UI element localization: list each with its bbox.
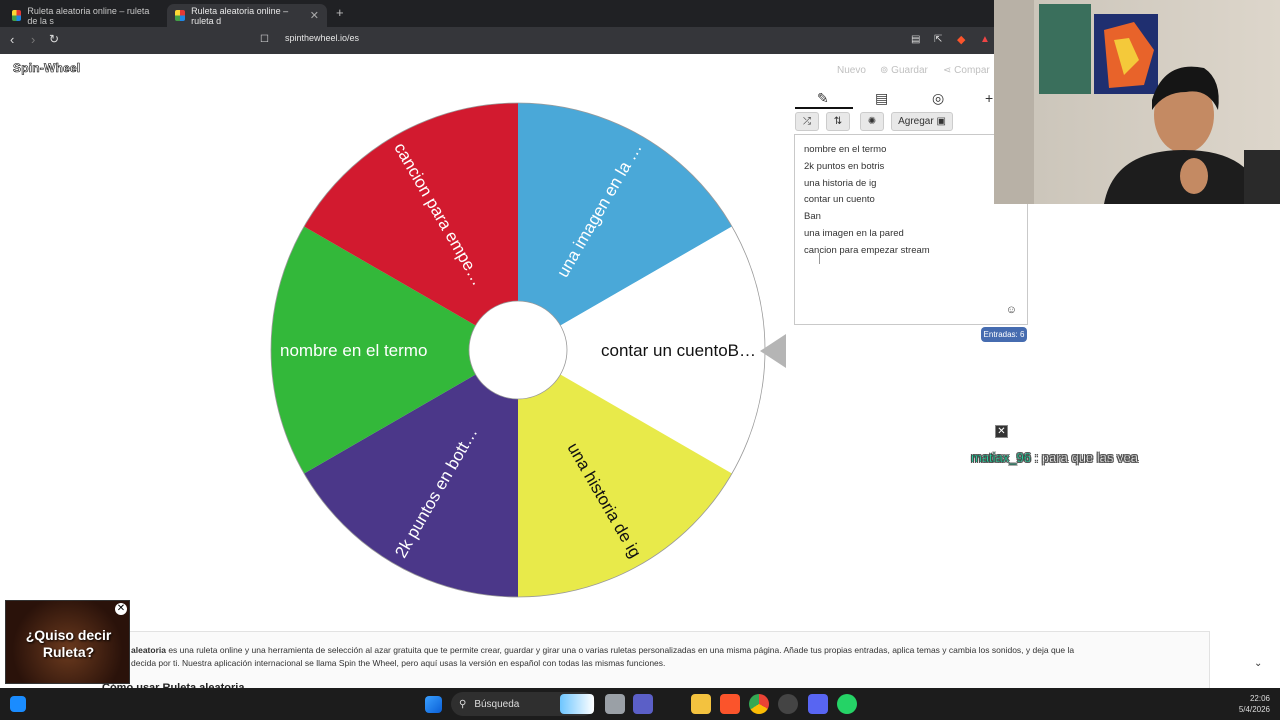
entry-count-badge: Entradas: 6 — [981, 327, 1027, 342]
chat-close-icon[interactable]: ✕ — [995, 425, 1008, 438]
wheel-pointer-icon — [760, 334, 786, 368]
bookmark-icon[interactable]: ☐ — [260, 34, 269, 45]
overlay-text: ¿Quiso decir Ruleta? — [6, 627, 131, 661]
entry-line: cancion para empezar stream — [804, 244, 930, 256]
description-panel: aleatoria es una ruleta online y una her… — [102, 631, 1210, 688]
windows-taskbar: ⚲ Búsqueda 22:06 5/4/2026 — [0, 688, 1280, 720]
close-tab-icon[interactable]: ✕ — [310, 9, 319, 22]
clock-time: 22:06 — [1249, 694, 1270, 703]
entry-line: una imagen en la pared — [804, 227, 904, 239]
whatsapp-icon[interactable] — [837, 694, 857, 714]
close-icon[interactable]: ✕ — [115, 603, 127, 615]
shuffle-button[interactable]: ⤮ — [795, 112, 819, 131]
share-icon[interactable]: ⇱ — [934, 34, 942, 45]
ai-button[interactable]: ✺ — [860, 112, 884, 131]
clock-date: 5/4/2026 — [1238, 705, 1270, 714]
hide-eye-icon[interactable]: ◎ — [932, 90, 944, 107]
description-text: es una ruleta online y una herramienta d… — [165, 645, 1075, 655]
brave-browser-icon[interactable] — [720, 694, 740, 714]
share-button[interactable]: ⋖ Compar — [943, 65, 990, 76]
add-tab-icon[interactable]: + — [985, 90, 993, 106]
windows-start-icon[interactable] — [425, 696, 442, 713]
back-icon[interactable]: ‹ — [10, 32, 14, 47]
chat-username: matiax_96 — [971, 450, 1031, 465]
sparkle-icon: ✺ — [867, 116, 877, 127]
reader-icon[interactable]: ▤ — [911, 34, 920, 45]
wheel-favicon-icon — [12, 10, 22, 21]
spin-wheel[interactable]: una imagen en la …contar un cuentoB…una … — [270, 102, 766, 598]
search-highlight-image — [560, 694, 594, 714]
search-label: Búsqueda — [474, 698, 520, 710]
url-field[interactable]: spinthewheel.io/es — [285, 33, 359, 43]
entry-line: Ban — [804, 211, 821, 223]
share-label: Compar — [954, 65, 990, 76]
teams-icon[interactable] — [633, 694, 653, 714]
overlay-line-1: ¿Quiso decir — [25, 627, 112, 643]
webcam-feed — [994, 0, 1280, 204]
wheel-favicon-icon — [175, 10, 186, 21]
image-icon: ▣ — [936, 116, 946, 127]
search-icon: ⚲ — [459, 698, 467, 710]
suggestion-overlay[interactable]: ¿Quiso decir Ruleta? ✕ — [5, 600, 130, 684]
wheel-segment-label: nombre en el termo — [280, 341, 427, 360]
site-logo[interactable]: Spin-Wheel — [13, 61, 81, 76]
entry-line: 2k puntos en botris — [804, 160, 885, 172]
tab-title: Ruleta aleatoria online – ruleta d — [191, 5, 289, 26]
wheel-segment-label: contar un cuentoB… — [601, 341, 756, 360]
chat-text: : para que las vea — [1034, 450, 1139, 465]
shuffle-icon: ⤮ — [803, 116, 811, 127]
add-image-button[interactable]: Agregar ▣ — [891, 112, 953, 131]
brave-shield-icon[interactable]: ◆ — [957, 33, 965, 46]
wheel-center-hub[interactable] — [468, 300, 568, 400]
save-label: Guardar — [891, 65, 928, 76]
edit-pencil-icon[interactable]: ✎ — [817, 90, 829, 107]
editor-tabs: ✎ ▤ ◎ + — [795, 88, 1005, 110]
rewards-icon[interactable]: ▲ — [980, 34, 990, 45]
chat-message: matiax_96 : para que las vea — [971, 450, 1138, 465]
entries-textarea[interactable]: nombre en el termo 2k puntos en botris u… — [794, 134, 1028, 325]
add-image-label: Agregar — [898, 116, 934, 127]
sort-button[interactable]: ⇅ — [826, 112, 850, 131]
emoji-icon[interactable]: ☺ — [1006, 304, 1017, 316]
file-explorer-icon[interactable] — [691, 694, 711, 714]
obs-icon[interactable] — [778, 694, 798, 714]
entry-line: contar un cuento — [804, 194, 875, 206]
text-cursor — [819, 253, 820, 264]
reload-icon[interactable]: ↻ — [49, 32, 59, 46]
entry-line: una historia de ig — [804, 177, 877, 189]
new-wheel-button[interactable]: Nuevo — [837, 65, 866, 76]
chevron-down-icon[interactable]: ⌄ — [1254, 658, 1262, 669]
system-clock[interactable]: 22:06 5/4/2026 — [1228, 693, 1270, 715]
browser-tab-active[interactable]: Ruleta aleatoria online – ruleta d ✕ — [167, 4, 327, 27]
description-text-2: decida por ti. Nuestra aplicación intern… — [131, 658, 666, 668]
chrome-icon[interactable] — [749, 694, 769, 714]
widgets-icon[interactable] — [10, 696, 26, 712]
entry-line: nombre en el termo — [804, 144, 887, 155]
description-bold: aleatoria — [131, 645, 166, 655]
webcam-image — [994, 0, 1280, 204]
browser-tab[interactable]: Ruleta aleatoria online – ruleta de la s — [4, 4, 164, 27]
forward-icon[interactable]: › — [31, 32, 35, 47]
tab-title: Ruleta aleatoria online – ruleta de la s — [27, 5, 150, 26]
discord-icon[interactable] — [808, 694, 828, 714]
task-view-icon[interactable] — [605, 694, 625, 714]
sort-icon: ⇅ — [833, 116, 843, 127]
active-tab-indicator — [795, 107, 853, 109]
clipboard-icon[interactable]: ▤ — [875, 90, 888, 107]
save-button[interactable]: ⊚ Guardar — [880, 65, 928, 76]
new-tab-button[interactable]: + — [336, 5, 344, 20]
overlay-line-2: Ruleta? — [42, 644, 95, 660]
